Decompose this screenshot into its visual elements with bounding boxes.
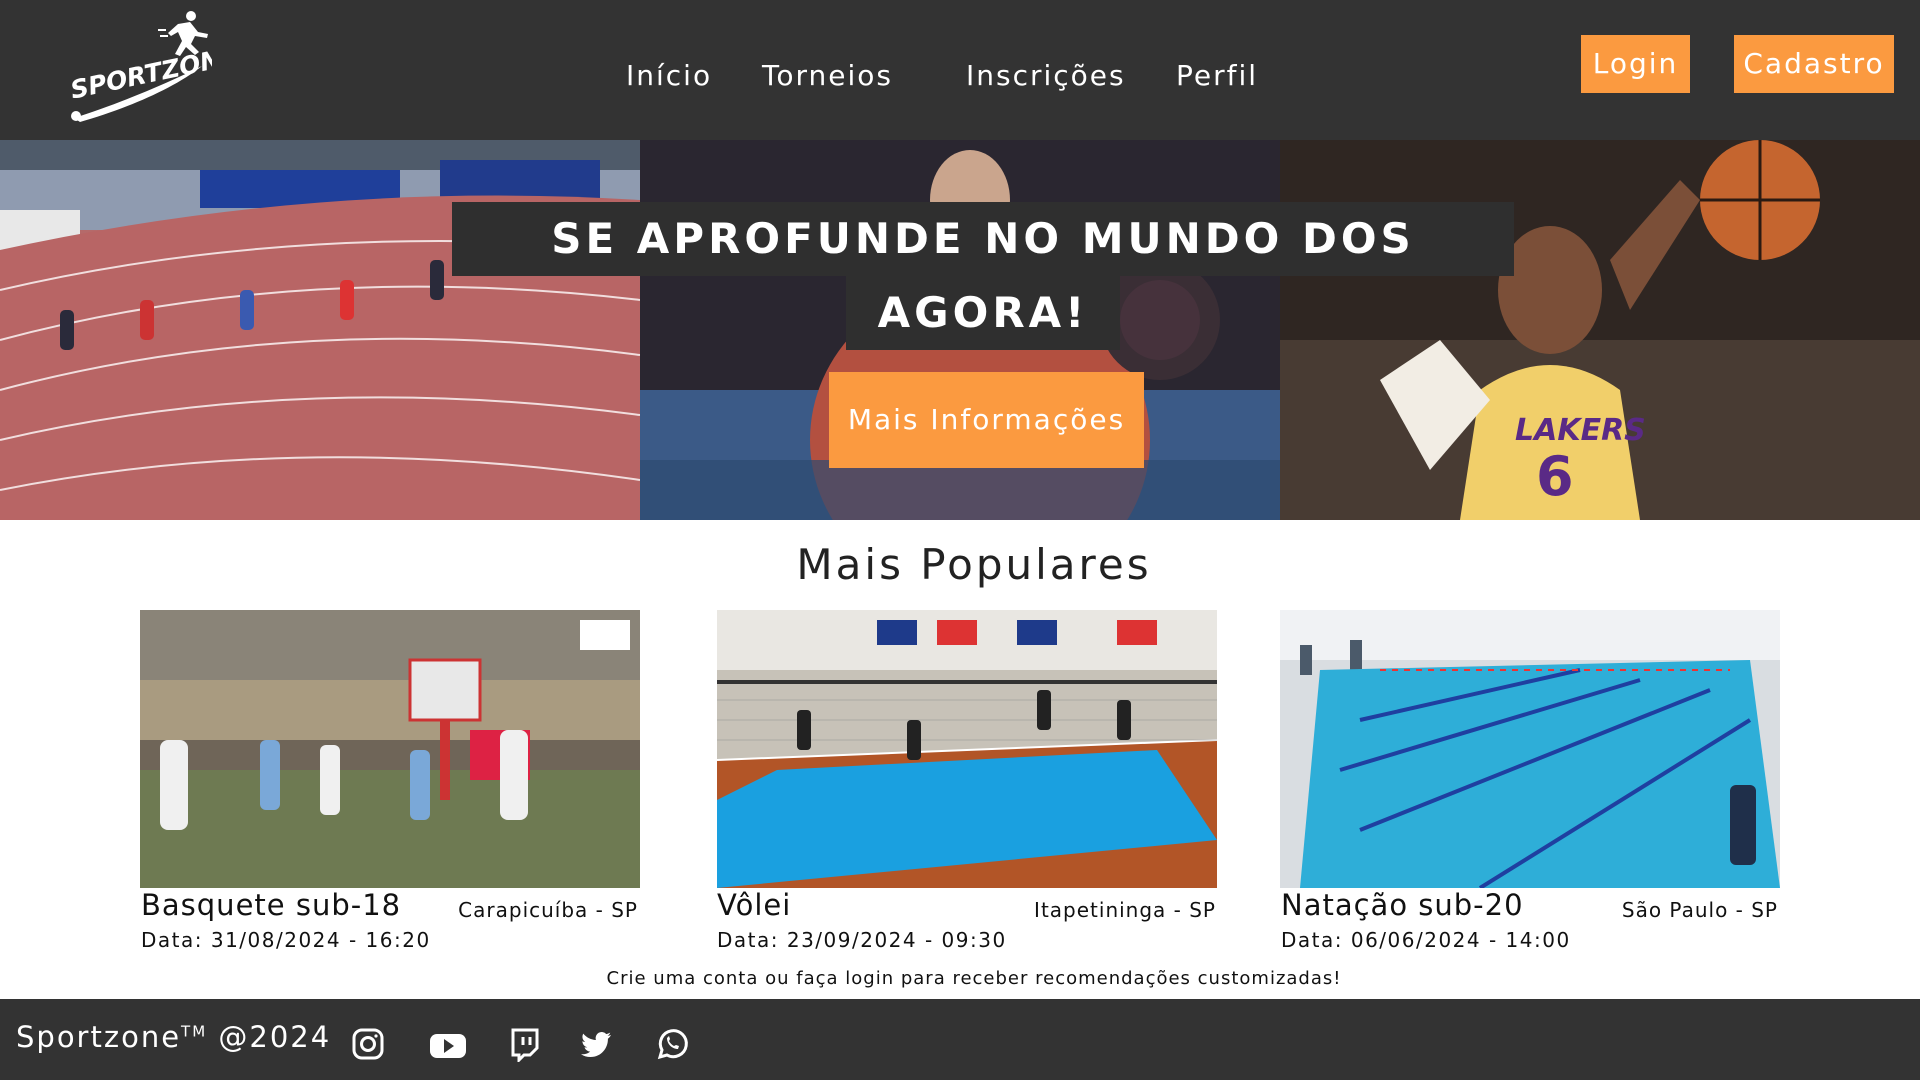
card-date-basketball: Data: 31/08/2024 - 16:20: [141, 928, 431, 952]
svg-text:6: 6: [1536, 445, 1574, 508]
hero-banner: LAKERS 6 SE APROFUNDE NO MUNDO DOS ESPOR…: [0, 140, 1920, 520]
hero-headline-line1: SE APROFUNDE NO MUNDO DOS ESPORTES: [452, 202, 1514, 337]
hero-image-basketball: LAKERS 6: [1280, 140, 1920, 520]
card-image-volleyball[interactable]: [717, 610, 1217, 888]
recommendation-hint: Crie uma conta ou faça login para recebe…: [606, 968, 1342, 989]
instagram-icon[interactable]: [350, 1026, 386, 1062]
popular-section-title: Mais Populares: [796, 540, 1152, 589]
signup-button[interactable]: Cadastro: [1734, 35, 1894, 93]
hero-image-athletics: [0, 140, 640, 520]
twitter-icon[interactable]: [578, 1026, 614, 1062]
sportzone-logo[interactable]: SPORTZONE: [62, 10, 240, 122]
svg-text:LAKERS: LAKERS: [1515, 413, 1646, 448]
trademark-symbol: TM: [181, 1022, 208, 1041]
card-title-basketball[interactable]: Basquete sub-18: [141, 888, 401, 922]
card-location-volleyball: Itapetininga - SP: [1034, 898, 1216, 922]
whatsapp-icon[interactable]: [654, 1026, 690, 1062]
footer-year: @2024: [218, 1020, 332, 1054]
login-button[interactable]: Login: [1581, 35, 1690, 93]
card-title-volleyball[interactable]: Vôlei: [717, 888, 791, 922]
nav-inscricoes[interactable]: Inscrições: [966, 56, 1126, 96]
more-info-button[interactable]: Mais Informações: [829, 372, 1144, 468]
card-image-basketball[interactable]: [140, 610, 640, 888]
youtube-icon[interactable]: [428, 1026, 468, 1062]
nav-inicio[interactable]: Início: [626, 56, 712, 96]
nav-torneios[interactable]: Torneios: [762, 56, 893, 96]
hero-headline-line2: AGORA!: [846, 276, 1120, 350]
twitch-icon[interactable]: [506, 1026, 542, 1064]
card-location-basketball: Carapicuíba - SP: [458, 898, 638, 922]
footer-copyright: SportzoneTM @2024: [16, 1020, 331, 1054]
nav-perfil[interactable]: Perfil: [1176, 56, 1258, 96]
card-title-swimming[interactable]: Natação sub-20: [1281, 888, 1524, 922]
card-date-swimming: Data: 06/06/2024 - 14:00: [1281, 928, 1571, 952]
card-date-volleyball: Data: 23/09/2024 - 09:30: [717, 928, 1007, 952]
card-image-swimming[interactable]: [1280, 610, 1780, 888]
footer-brand-name: Sportzone: [16, 1020, 182, 1054]
card-location-swimming: São Paulo - SP: [1621, 898, 1778, 922]
